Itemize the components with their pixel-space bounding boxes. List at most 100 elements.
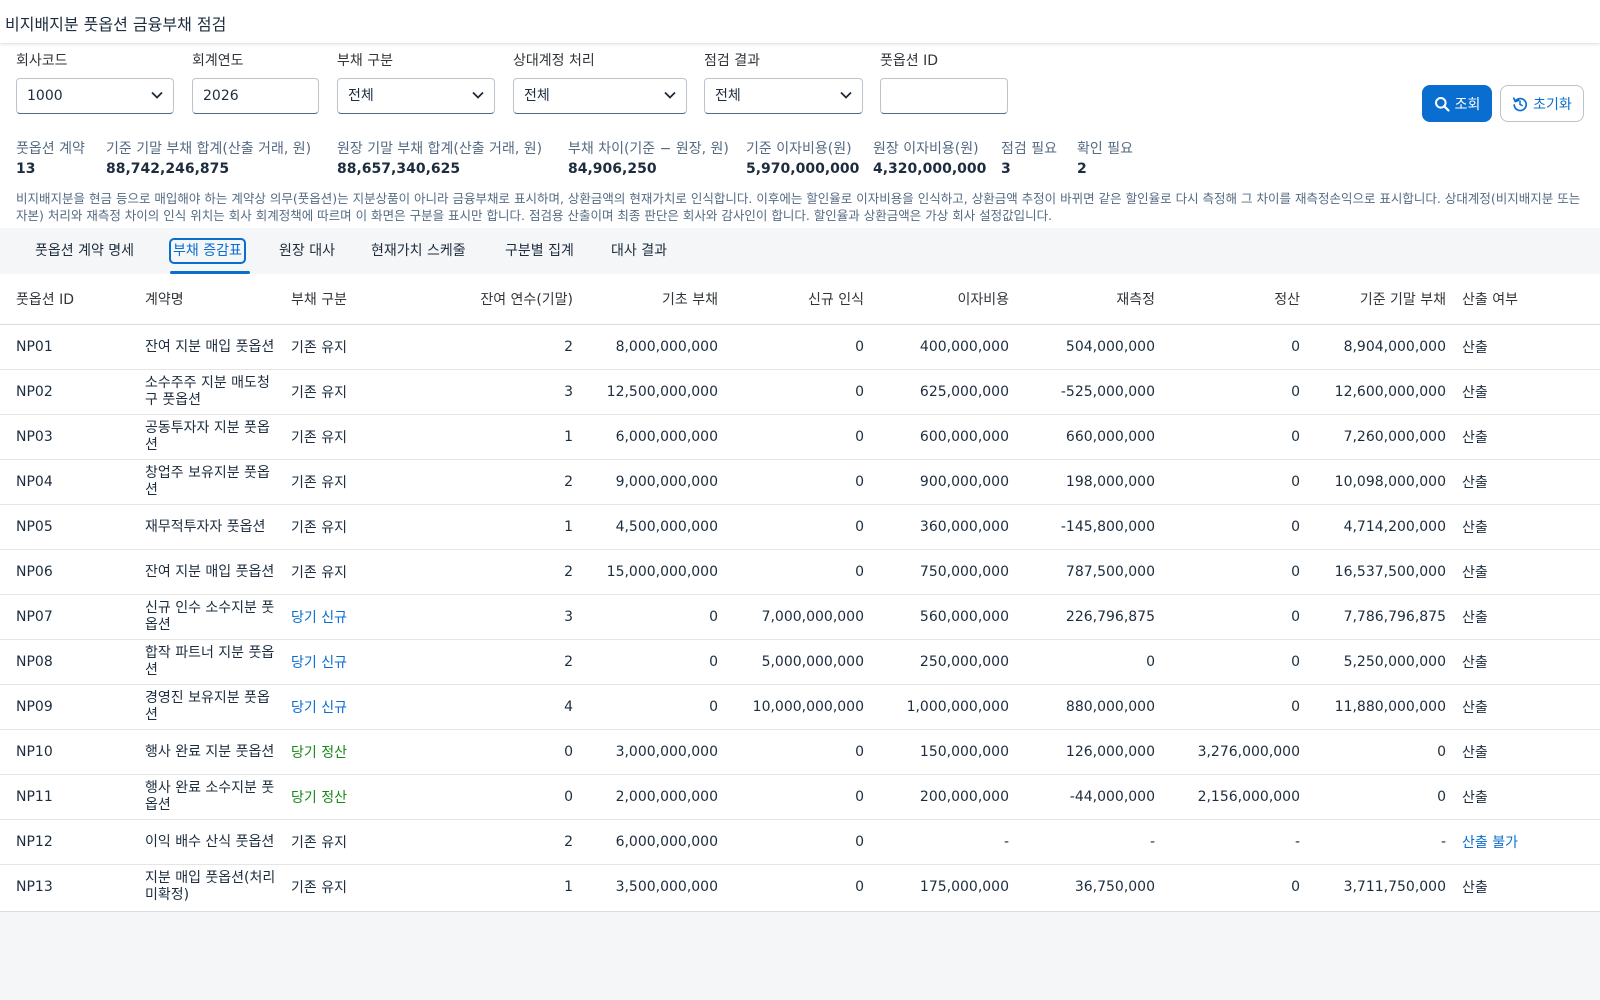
tab-liability-rollforward[interactable]: 부채 증감표	[169, 238, 246, 264]
cell-closing: 11,880,000,000	[1308, 684, 1454, 730]
cell-name: 잔여 지분 매입 풋옵션	[145, 324, 291, 370]
cell-output: 산출	[1454, 774, 1600, 820]
cell-output: 산출	[1454, 729, 1600, 775]
cell-closing: 16,537,500,000	[1308, 549, 1454, 595]
cell-new: 0	[726, 819, 872, 865]
filter-year-label: 회계연도	[192, 53, 244, 69]
cell-years: 1	[433, 504, 581, 550]
kpi-label: 점검 필요	[1001, 141, 1057, 157]
col-header-new[interactable]: 신규 인식	[726, 274, 872, 325]
counter-account-select[interactable]: 전체	[513, 78, 687, 114]
cell-opening: 4,500,000,000	[581, 504, 726, 550]
chevron-down-icon	[840, 91, 852, 99]
liability-category-select[interactable]: 전체	[337, 78, 495, 114]
cell-years: 1	[433, 414, 581, 460]
kpi-label: 원장 이자비용(원)	[873, 141, 979, 157]
kpi-check-needed: 점검 필요 3	[1001, 139, 1057, 177]
fiscal-year-input[interactable]: 2026	[192, 78, 319, 114]
cell-closing: 5,250,000,000	[1308, 639, 1454, 685]
kpi-label: 풋옵션 계약	[16, 141, 85, 157]
cell-category: 당기 정산	[291, 774, 433, 820]
filter-putid-label: 풋옵션 ID	[880, 53, 938, 69]
cell-remeasure: 226,796,875	[1017, 594, 1163, 640]
cell-settle: 0	[1163, 414, 1308, 460]
cell-closing: 0	[1308, 774, 1454, 820]
col-header-remeasure[interactable]: 재측정	[1017, 274, 1163, 325]
col-header-output[interactable]: 산출 여부	[1454, 274, 1600, 325]
table-row[interactable]: NP09 경영진 보유지분 풋옵션 당기 신규 4 0 10,000,000,000 1,0…	[0, 684, 1600, 730]
table-row[interactable]: NP01 잔여 지분 매입 풋옵션 기존 유지 2 8,000,000,000 0 400,…	[0, 324, 1600, 370]
cell-category: 기존 유지	[291, 504, 433, 550]
filter-year: 회계연도	[192, 51, 244, 71]
table-row[interactable]: NP07 신규 인수 소수지분 풋옵션 당기 신규 3 0 7,000,000,000 56…	[0, 594, 1600, 640]
cell-years: 2	[433, 549, 581, 595]
cell-opening: 9,000,000,000	[581, 459, 726, 505]
table-row[interactable]: NP05 재무적투자자 풋옵션 기존 유지 1 4,500,000,000 0 360,00…	[0, 504, 1600, 550]
cell-years: 4	[433, 684, 581, 730]
cell-output: 산출	[1454, 594, 1600, 640]
cell-years: 0	[433, 774, 581, 820]
cell-output: 산출	[1454, 324, 1600, 370]
cell-opening: 2,000,000,000	[581, 774, 726, 820]
table-row[interactable]: NP11 행사 완료 소수지분 풋옵션 당기 정산 0 2,000,000,000 0 20…	[0, 774, 1600, 820]
cell-closing: 7,260,000,000	[1308, 414, 1454, 460]
cell-category: 당기 정산	[291, 729, 433, 775]
col-header-name[interactable]: 계약명	[145, 274, 291, 325]
col-header-closing[interactable]: 기준 기말 부채	[1308, 274, 1454, 325]
filter-company: 회사코드	[16, 51, 68, 71]
col-header-interest[interactable]: 이자비용	[872, 274, 1017, 325]
col-header-opening[interactable]: 기초 부채	[581, 274, 726, 325]
search-button[interactable]: 조회	[1422, 85, 1492, 122]
kpi-base-closing-total: 기준 기말 부채 합계(산출 거래, 원) 88,742,246,875	[106, 139, 311, 177]
cell-closing: 0	[1308, 729, 1454, 775]
check-result-select[interactable]: 전체	[704, 78, 863, 114]
cell-closing: 12,600,000,000	[1308, 369, 1454, 415]
check-result-value: 전체	[715, 88, 741, 104]
cell-id: NP06	[0, 549, 145, 595]
cell-settle: 0	[1163, 324, 1308, 370]
cell-name: 신규 인수 소수지분 풋옵션	[145, 594, 291, 640]
filter-counter-label: 상대계정 처리	[513, 53, 595, 69]
table-row[interactable]: NP10 행사 완료 지분 풋옵션 당기 정산 0 3,000,000,000 0 150,…	[0, 729, 1600, 775]
kpi-label: 부채 차이(기준 − 원장, 원)	[568, 141, 729, 157]
cell-interest: 360,000,000	[872, 504, 1017, 550]
cell-name: 합작 파트너 지분 풋옵션	[145, 639, 291, 685]
cell-settle: 0	[1163, 594, 1308, 640]
tab-category-summary[interactable]: 구분별 집계	[505, 240, 574, 262]
cell-remeasure: 198,000,000	[1017, 459, 1163, 505]
cell-settle: 0	[1163, 549, 1308, 595]
cell-new: 10,000,000,000	[726, 684, 872, 730]
cell-name: 행사 완료 지분 풋옵션	[145, 729, 291, 775]
table-row[interactable]: NP12 이익 배수 산식 풋옵션 기존 유지 2 6,000,000,000 0- - - -…	[0, 819, 1600, 865]
cell-name: 공동투자자 지분 풋옵션	[145, 414, 291, 460]
tab-contract-details[interactable]: 풋옵션 계약 명세	[35, 240, 134, 262]
tab-reconciliation-result[interactable]: 대사 결과	[611, 240, 667, 262]
cell-name: 창업주 보유지분 풋옵션	[145, 459, 291, 505]
cell-new: 0	[726, 549, 872, 595]
table-row[interactable]: NP06 잔여 지분 매입 풋옵션 기존 유지 2 15,000,000,000 0 750…	[0, 549, 1600, 595]
cell-category: 기존 유지	[291, 819, 433, 865]
filter-bar: 회사코드 1000 회계연도 2026 부채 구분 전체 상대계정 처리 전체 …	[0, 43, 1600, 228]
cell-category: 당기 신규	[291, 594, 433, 640]
col-header-id[interactable]: 풋옵션 ID	[0, 274, 145, 325]
col-header-category[interactable]: 부채 구분	[291, 274, 433, 325]
table-row[interactable]: NP03 공동투자자 지분 풋옵션 기존 유지 1 6,000,000,000 0 600,…	[0, 414, 1600, 460]
filter-company-label: 회사코드	[16, 53, 68, 69]
reset-button[interactable]: 초기화	[1500, 85, 1584, 122]
filter-result: 점검 결과	[704, 51, 760, 71]
table-row[interactable]: NP08 합작 파트너 지분 풋옵션 당기 신규 2 0 5,000,000,000 250…	[0, 639, 1600, 685]
tab-pv-schedule[interactable]: 현재가치 스케줄	[371, 240, 466, 262]
table-row[interactable]: NP02 소수주주 지분 매도청구 풋옵션 기존 유지 3 12,500,000,000…	[0, 369, 1600, 415]
col-header-years[interactable]: 잔여 연수(기말)	[433, 274, 581, 325]
liability-category-value: 전체	[348, 88, 374, 104]
cell-name: 재무적투자자 풋옵션	[145, 504, 291, 550]
tab-ledger-reconciliation[interactable]: 원장 대사	[279, 240, 335, 262]
company-code-select[interactable]: 1000	[16, 78, 174, 114]
cell-opening: 0	[581, 684, 726, 730]
data-table: 풋옵션 ID 계약명 부채 구분 잔여 연수(기말) 기초 부채 신규 인식 이…	[0, 274, 1600, 909]
cell-remeasure: 36,750,000	[1074, 879, 1155, 895]
table-row[interactable]: NP04 창업주 보유지분 풋옵션 기존 유지 2 9,000,000,000 0 900,…	[0, 459, 1600, 505]
put-option-id-input[interactable]	[880, 78, 1008, 114]
table-row[interactable]: NP13 지분 매입 풋옵션(처리 미확정) 기존 유지 1 3,500,000,000…	[0, 865, 1600, 910]
col-header-settle[interactable]: 정산	[1163, 274, 1308, 325]
